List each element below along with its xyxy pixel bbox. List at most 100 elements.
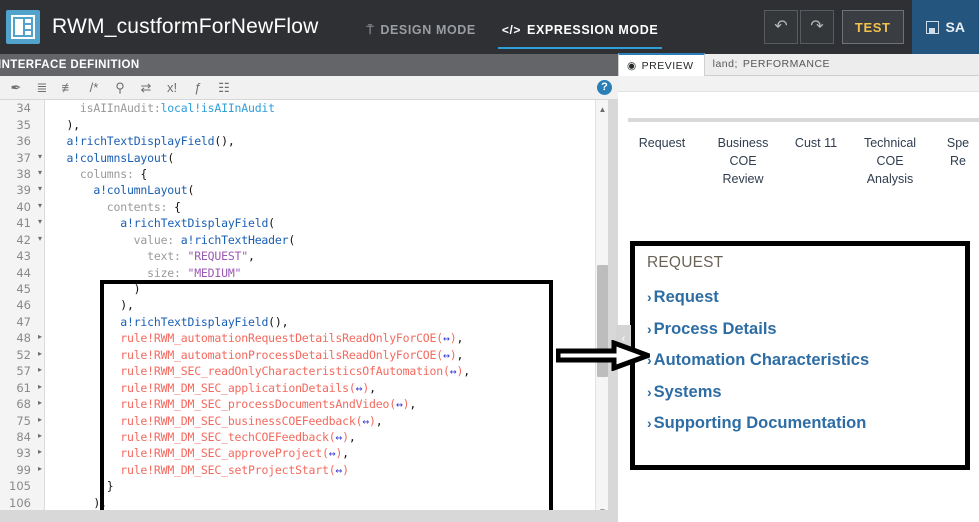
code-line[interactable]: 41 ▾ a!richTextDisplayField( xyxy=(0,215,600,231)
code-line[interactable]: 40 ▾ contents: { xyxy=(0,199,600,215)
code-line[interactable]: 39 ▾ a!columnLayout( xyxy=(0,182,600,198)
code-fold-toggle-icon[interactable]: ▸ xyxy=(38,398,42,407)
code-line[interactable]: 42 ▾ value: a!richTextHeader( xyxy=(0,232,600,248)
code-editor[interactable]: 34 isAIInAudit:local!isAIInAudit 35 ), 36 … xyxy=(0,100,620,522)
code-line[interactable]: 36 a!richTextDisplayField(), xyxy=(0,133,600,149)
code-line[interactable]: 35 ), xyxy=(0,116,600,132)
code-line[interactable]: 93 ▸ rule!RWM_DM_SEC_approveProject(↔), xyxy=(0,445,600,461)
save-button[interactable]: SA xyxy=(911,0,979,54)
code-line[interactable]: 46 ), xyxy=(0,297,600,313)
line-number: 35 xyxy=(16,117,31,132)
code-line[interactable]: 43 text: "REQUEST", xyxy=(0,248,600,264)
tab-performance-label: PERFORMANCE xyxy=(742,58,831,70)
accordion-link[interactable]: › Automation Characteristics xyxy=(647,345,953,377)
chevron-right-icon: › xyxy=(647,415,652,431)
code-fold-toggle-icon[interactable]: ▾ xyxy=(38,201,42,210)
code-fold-toggle-icon[interactable]: ▸ xyxy=(38,365,42,374)
code-fold-toggle-icon[interactable]: ▾ xyxy=(38,184,42,193)
code-line[interactable]: 38 ▾ columns: { xyxy=(0,166,600,182)
outdent-icon[interactable]: ≢ xyxy=(55,77,81,99)
milestone-progress-bar xyxy=(628,118,979,122)
tab-design-mode[interactable]: ⍑ DESIGN MODE xyxy=(367,11,476,43)
code-fold-toggle-icon[interactable]: ▸ xyxy=(38,464,42,473)
code-line[interactable]: 45 ) xyxy=(0,281,600,297)
request-accordion-links: › Request › Process Details › Automation Char… xyxy=(647,282,953,440)
comment-icon[interactable]: /* xyxy=(81,77,107,99)
accordion-link-label: Process Details xyxy=(653,319,777,338)
code-tag-icon: </> xyxy=(501,23,522,37)
code-lines[interactable]: 34 isAIInAudit:local!isAIInAudit 35 ), 36 … xyxy=(0,100,600,522)
code-line[interactable]: 61 ▸ rule!RWM_DM_SEC_applicationDetails(↔… xyxy=(0,379,600,395)
indent-icon[interactable]: ≣ xyxy=(29,77,55,99)
preview-subheader xyxy=(618,76,979,92)
magic-wand-icon[interactable]: ✒ xyxy=(3,77,29,99)
code-fold-toggle-icon[interactable]: ▸ xyxy=(38,415,42,424)
line-number: 52 ▸ xyxy=(16,347,42,362)
code-fold-toggle-icon[interactable]: ▸ xyxy=(38,382,42,391)
line-number: 57 ▸ xyxy=(16,364,42,379)
code-fold-toggle-icon[interactable]: ▾ xyxy=(38,217,42,226)
editor-vertical-scrollbar[interactable]: ▲ ▼ xyxy=(595,100,608,522)
code-line[interactable]: 44 size: "MEDIUM" xyxy=(0,264,600,280)
code-line[interactable]: 48 ▸ rule!RWM_automationRequestDetailsRea… xyxy=(0,330,600,346)
line-number: 41 ▾ xyxy=(16,216,42,231)
code-line[interactable]: 47 a!richTextDisplayField(), xyxy=(0,314,600,330)
code-line[interactable]: 68 ▸ rule!RWM_DM_SEC_processDocumentsAndV… xyxy=(0,396,600,412)
code-fold-toggle-icon[interactable]: ▾ xyxy=(38,234,42,243)
code-fold-toggle-icon[interactable]: ▸ xyxy=(38,447,42,456)
code-line-text: isAIInAudit:local!isAIInAudit xyxy=(53,101,275,116)
accordion-link[interactable]: › Request xyxy=(647,282,953,314)
scrollbar-thumb[interactable] xyxy=(597,265,608,377)
request-section-card: REQUEST › Request › Process Details › Automat… xyxy=(630,241,970,470)
code-line[interactable]: 75 ▸ rule!RWM_DM_SEC_businessCOEFeedback(… xyxy=(0,412,600,428)
code-line[interactable]: 84 ▸ rule!RWM_DM_SEC_techCOEFeedback(↔), xyxy=(0,429,600,445)
accordion-link-label: Supporting Documentation xyxy=(653,414,867,432)
search-icon[interactable]: ⚲ xyxy=(107,77,133,99)
line-number: 34 xyxy=(16,101,31,116)
code-line-text: rule!RWM_DM_SEC_techCOEFeedback(↔), xyxy=(120,429,356,444)
code-fold-toggle-icon[interactable]: ▾ xyxy=(38,168,42,177)
request-section-title: REQUEST xyxy=(647,254,724,271)
code-line[interactable]: 34 isAIInAudit:local!isAIInAudit xyxy=(0,100,600,116)
accordion-link[interactable]: › Process Details xyxy=(647,314,953,346)
accordion-link-label: Request xyxy=(653,288,719,306)
tab-expression-mode[interactable]: </> EXPRESSION MODE xyxy=(497,11,663,49)
code-line-text: } xyxy=(53,479,114,494)
test-button[interactable]: TEST xyxy=(841,10,904,44)
undo-icon[interactable]: ↶ xyxy=(763,10,798,44)
rule-lookup-icon[interactable]: ☷ xyxy=(211,77,237,99)
help-icon[interactable]: ? xyxy=(597,80,612,95)
line-number: 43 xyxy=(16,249,31,264)
redo-icon[interactable]: ↷ xyxy=(799,10,834,44)
tab-performance[interactable]: land; PERFORMANCE xyxy=(705,53,840,75)
shuffle-icon[interactable]: ⇄ xyxy=(133,77,159,99)
editor-bottom-strip xyxy=(0,510,620,522)
accordion-link[interactable]: › Systems xyxy=(647,377,953,409)
line-number: 39 ▾ xyxy=(16,183,42,198)
code-line-text: ), xyxy=(53,495,107,510)
code-fold-toggle-icon[interactable]: ▾ xyxy=(38,152,42,161)
pointer-select-icon: ⍑ xyxy=(366,22,375,37)
eye-icon: ◉ xyxy=(627,59,637,72)
code-line-text: rule!RWM_DM_SEC_processDocumentsAndVideo… xyxy=(120,397,417,412)
code-line[interactable]: 105 } xyxy=(0,478,600,494)
variable-icon[interactable]: x! xyxy=(159,77,185,99)
code-fold-toggle-icon[interactable]: ▸ xyxy=(38,349,42,358)
function-icon[interactable]: ƒ xyxy=(185,77,211,99)
line-number: 40 ▾ xyxy=(16,199,42,214)
code-line[interactable]: 106 ), xyxy=(0,495,600,511)
tab-design-mode-label: DESIGN MODE xyxy=(380,23,476,37)
code-line[interactable]: 52 ▸ rule!RWM_automationProcessDetailsRea… xyxy=(0,347,600,363)
tab-preview[interactable]: ◉ PREVIEW xyxy=(618,53,705,76)
code-line[interactable]: 99 ▸ rule!RWM_DM_SEC_setProjectStart(↔) xyxy=(0,462,600,478)
code-line[interactable]: 37 ▾ a!columnsLayout( xyxy=(0,149,600,165)
code-line-text: a!richTextDisplayField(), xyxy=(120,314,289,329)
line-number: 37 ▾ xyxy=(16,150,42,165)
code-line[interactable]: 57 ▸ rule!RWM_SEC_readOnlyCharacteristics… xyxy=(0,363,600,379)
code-fold-toggle-icon[interactable]: ▸ xyxy=(38,332,42,341)
milestone-label: Business COE Review xyxy=(717,136,769,186)
code-fold-toggle-icon[interactable]: ▸ xyxy=(38,431,42,440)
panel-divider[interactable] xyxy=(608,100,618,522)
accordion-link[interactable]: › Supporting Documentation xyxy=(647,408,953,440)
collapse-preview-handle[interactable]: ‹ xyxy=(616,325,631,353)
